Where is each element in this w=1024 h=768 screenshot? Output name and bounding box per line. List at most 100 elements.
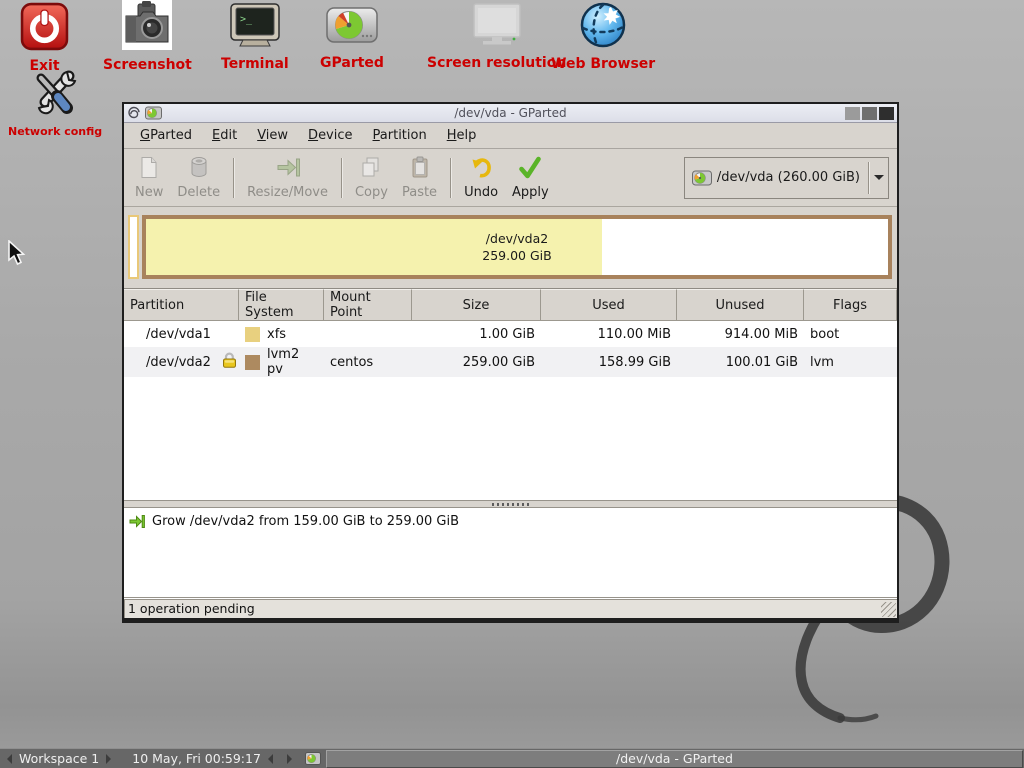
- device-disk-icon: [692, 169, 712, 187]
- desktop-icon-screenshot[interactable]: Screenshot: [103, 0, 192, 73]
- resize-move-button[interactable]: Resize/Move: [240, 153, 335, 203]
- filesystem-cell: lvm2 pv: [239, 347, 324, 377]
- size-cell: 1.00 GiB: [412, 321, 541, 347]
- mountpoint-value: centos: [330, 355, 373, 370]
- filesystem-name: lvm2 pv: [267, 347, 318, 377]
- toolbar-label: Apply: [512, 185, 549, 200]
- partition-name: /dev/vda2: [146, 355, 211, 370]
- task-button-label: /dev/vda - GParted: [616, 751, 733, 766]
- apply-button[interactable]: Apply: [505, 153, 556, 203]
- status-text: 1 operation pending: [124, 601, 255, 616]
- power-icon: [20, 2, 69, 55]
- unused-cell: 100.01 GiB: [677, 347, 804, 377]
- menu-edit[interactable]: Edit: [202, 124, 247, 147]
- workspace-next-icon[interactable]: [106, 754, 111, 764]
- menu-partition[interactable]: Partition: [363, 124, 437, 147]
- table-row-vda2[interactable]: /dev/vda2 lvm2 pv centos 259.00 GiB 158.…: [124, 347, 897, 377]
- column-header-size[interactable]: Size: [412, 289, 541, 321]
- table-empty-area: [124, 377, 897, 500]
- menu-help[interactable]: Help: [437, 124, 487, 147]
- desktop-icon-gparted[interactable]: GParted: [320, 4, 384, 71]
- toolbar-separator: [450, 158, 451, 198]
- toolbar-label: Paste: [402, 185, 437, 200]
- filesystem-color-swatch: [245, 327, 260, 342]
- gparted-window: /dev/vda - GParted GParted Edit View Dev…: [122, 102, 899, 623]
- partition-name: /dev/vda1: [146, 327, 211, 342]
- combo-separator: [868, 162, 869, 194]
- maximize-button[interactable]: [862, 107, 877, 120]
- desktop-icon-exit[interactable]: Exit: [20, 2, 69, 74]
- operations-pane: Grow /dev/vda2 from 159.00 GiB to 259.00…: [124, 508, 897, 598]
- undo-icon: [470, 156, 492, 183]
- mountpoint-cell: [324, 321, 412, 347]
- new-button[interactable]: New: [128, 153, 170, 203]
- flags-cell: lvm: [804, 347, 897, 377]
- column-header-partition[interactable]: Partition: [124, 289, 239, 321]
- visual-partition-vda1[interactable]: [128, 215, 139, 279]
- close-button[interactable]: [879, 107, 894, 120]
- menu-view[interactable]: View: [247, 124, 298, 147]
- gparted-disk-icon: [325, 4, 379, 52]
- mountpoint-cell: centos: [324, 347, 412, 377]
- desktop-icon-screen-resolution[interactable]: Screen resolution: [427, 2, 566, 71]
- column-header-used[interactable]: Used: [541, 289, 677, 321]
- chevron-down-icon: [874, 175, 884, 185]
- partition-cell: /dev/vda2: [124, 347, 239, 377]
- copy-button[interactable]: Copy: [348, 153, 395, 203]
- column-header-mountpoint[interactable]: Mount Point: [324, 289, 412, 321]
- delete-button[interactable]: Delete: [170, 153, 227, 203]
- desktop-icon-network-config[interactable]: Network config: [8, 70, 102, 138]
- menu-device[interactable]: Device: [298, 124, 362, 147]
- toolbar: New Delete Resize/Move: [124, 149, 897, 207]
- toolbar-label: Resize/Move: [247, 185, 328, 200]
- task-prev-icon[interactable]: [268, 754, 273, 764]
- toolbar-separator: [233, 158, 234, 198]
- paste-button[interactable]: Paste: [395, 153, 444, 203]
- taskbar-task-gparted[interactable]: /dev/vda - GParted: [326, 750, 1023, 768]
- used-cell: 110.00 MiB: [541, 321, 677, 347]
- apply-icon: [518, 156, 542, 183]
- mouse-cursor: [6, 240, 28, 270]
- desktop-icon-label: Web Browser: [551, 56, 655, 72]
- minimize-button[interactable]: [845, 107, 860, 120]
- device-selector[interactable]: /dev/vda (260.00 GiB): [684, 157, 889, 199]
- filesystem-name: xfs: [267, 327, 286, 342]
- taskbar: Workspace 1 10 May, Fri 00:59:17 /dev/vd…: [0, 748, 1024, 768]
- task-next-icon[interactable]: [287, 754, 292, 764]
- pane-splitter[interactable]: [124, 500, 897, 508]
- tools-icon: [29, 70, 81, 122]
- toolbar-label: New: [135, 185, 163, 200]
- toolbar-label: Copy: [355, 185, 388, 200]
- desktop-icon-terminal[interactable]: >_ Terminal: [221, 3, 289, 72]
- partition-cell: /dev/vda1: [124, 321, 239, 347]
- window-title: /dev/vda - GParted: [124, 106, 897, 120]
- undo-button[interactable]: Undo: [457, 153, 505, 203]
- window-titlebar[interactable]: /dev/vda - GParted: [124, 104, 897, 123]
- desktop-icon-label: Screen resolution: [427, 55, 566, 71]
- column-header-filesystem[interactable]: File System: [239, 289, 324, 321]
- terminal-icon: >_: [229, 3, 281, 53]
- column-header-unused[interactable]: Unused: [677, 289, 804, 321]
- desktop-icon-web-browser[interactable]: Web Browser: [551, 1, 655, 72]
- resize-grip[interactable]: [881, 602, 896, 617]
- column-header-flags[interactable]: Flags: [804, 289, 897, 321]
- menu-gparted[interactable]: GParted: [130, 124, 202, 147]
- workspace-label[interactable]: Workspace 1: [19, 751, 99, 766]
- device-selector-value: /dev/vda (260.00 GiB): [717, 170, 860, 185]
- splitter-grip-icon: [492, 503, 530, 506]
- status-bar: 1 operation pending: [124, 598, 897, 618]
- visual-partition-labels: /dev/vda2 259.00 GiB: [146, 219, 888, 275]
- taskbar-clock: 10 May, Fri 00:59:17: [132, 751, 261, 766]
- size-cell: 259.00 GiB: [412, 347, 541, 377]
- operation-item: Grow /dev/vda2 from 159.00 GiB to 259.00…: [129, 514, 892, 529]
- visual-partition-vda2[interactable]: /dev/vda2 259.00 GiB: [142, 215, 892, 279]
- flags-cell: boot: [804, 321, 897, 347]
- workspace-prev-icon[interactable]: [7, 754, 12, 764]
- toolbar-label: Undo: [464, 185, 498, 200]
- gparted-task-mini-icon[interactable]: [305, 752, 321, 765]
- visual-partition-size: 259.00 GiB: [482, 247, 551, 264]
- table-header: Partition File System Mount Point Size U…: [124, 289, 897, 321]
- used-cell: 158.99 GiB: [541, 347, 677, 377]
- filesystem-color-swatch: [245, 355, 260, 370]
- table-row-vda1[interactable]: /dev/vda1 xfs 1.00 GiB 110.00 MiB 914.00…: [124, 321, 897, 347]
